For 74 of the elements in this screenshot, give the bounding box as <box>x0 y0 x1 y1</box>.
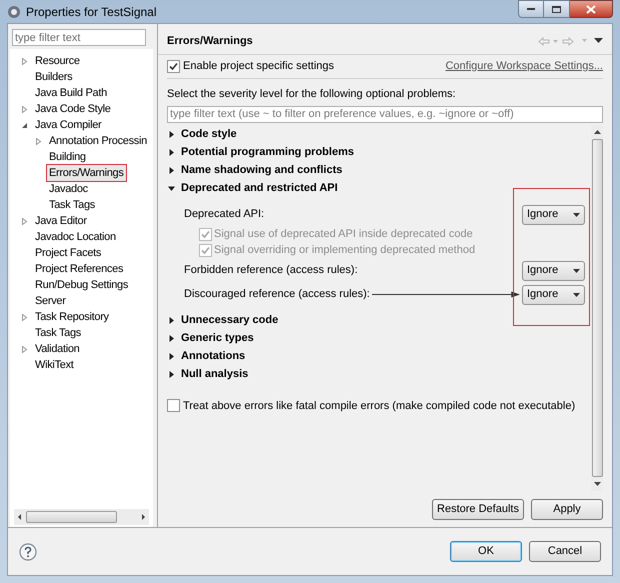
checkbox-label: Signal overriding or implementing deprecated method <box>214 243 476 258</box>
tree-item[interactable]: Run/Debug Settings <box>33 276 130 294</box>
collapsed-triangle-icon[interactable] <box>168 371 175 378</box>
dropdown-caret-icon <box>573 292 580 296</box>
tree-item[interactable]: Resource <box>33 53 82 70</box>
close-icon <box>586 4 596 14</box>
collapsed-triangle-icon[interactable] <box>168 131 175 138</box>
scroll-right-icon <box>139 513 147 521</box>
expanded-triangle-icon[interactable] <box>20 122 28 128</box>
scroll-up-icon <box>594 128 600 136</box>
tree-item[interactable]: Validation <box>33 340 82 358</box>
checkbox-label: Enable project specific settings <box>183 58 334 74</box>
setting-label: Deprecated API: <box>184 207 264 222</box>
tree-item[interactable]: Builders <box>33 68 74 86</box>
collapsed-triangle-icon[interactable] <box>168 353 175 360</box>
minimize-button[interactable] <box>518 0 544 18</box>
filter-field[interactable]: type filter text (use ~ to filter on preference values, e.g. ~ignore or ~off) <box>167 106 603 122</box>
tree-item[interactable]: Project References <box>33 260 126 278</box>
tree-item[interactable]: Errors/Warnings <box>47 164 126 182</box>
tree-item[interactable]: Building <box>47 148 88 166</box>
window-title: Properties for TestSignal <box>26 4 157 20</box>
section-heading[interactable]: Annotations <box>181 348 246 365</box>
navigation-arrows-icon[interactable] <box>538 36 603 46</box>
tree-item[interactable]: Project Facets <box>33 244 104 262</box>
tree-item[interactable]: Task Repository <box>33 308 111 326</box>
scroll-down-icon <box>594 480 600 488</box>
section-heading[interactable]: Potential programming problems <box>181 144 354 161</box>
section-heading[interactable]: Name shadowing and conflicts <box>181 162 342 179</box>
severity-dropdown[interactable]: Ignore <box>522 284 585 304</box>
checkbox-label: Signal use of deprecated API inside deprecated code <box>214 227 473 242</box>
help-icon[interactable] <box>19 542 37 560</box>
section-heading[interactable]: Deprecated and restricted API <box>181 180 338 197</box>
maximize-button[interactable] <box>544 0 570 18</box>
section-heading[interactable]: Code style <box>181 126 237 143</box>
configure-link[interactable]: Configure Workspace Settings... <box>445 58 603 74</box>
tree-item[interactable]: Javadoc <box>47 180 90 198</box>
dropdown-caret-icon <box>573 268 580 272</box>
horizontal-scrollbar[interactable] <box>14 509 149 525</box>
collapsed-triangle-icon[interactable] <box>168 317 175 324</box>
tree-item[interactable]: Task Tags <box>47 196 98 214</box>
close-button[interactable] <box>570 0 613 18</box>
setting-label: Discouraged reference (access rules): <box>184 287 370 302</box>
dialog-button[interactable]: Apply <box>531 499 603 520</box>
collapsed-triangle-icon[interactable] <box>168 335 175 342</box>
tree-item[interactable]: Task Tags <box>33 324 84 342</box>
filter-field[interactable]: type filter text <box>12 29 146 46</box>
checkbox[interactable] <box>167 60 180 72</box>
tree-item[interactable]: Java Code Style <box>33 100 113 118</box>
tree-item[interactable]: Java Build Path <box>33 84 109 102</box>
tree-item[interactable]: Javadoc Location <box>33 228 118 246</box>
checkbox-label: Treat above errors like fatal compile errors (make compiled code not executable) <box>183 398 576 414</box>
tree-item[interactable]: Server <box>33 292 68 310</box>
dialog-button[interactable]: OK <box>450 541 522 562</box>
dropdown-caret-icon <box>573 212 580 216</box>
severity-dropdown[interactable]: Ignore <box>522 260 585 280</box>
tree-item[interactable]: Java Editor <box>33 212 89 230</box>
expanded-triangle-icon[interactable] <box>168 185 175 192</box>
dialog-button[interactable]: Restore Defaults <box>432 499 524 520</box>
tree-item[interactable]: Java Compiler <box>33 116 104 134</box>
tree-item[interactable]: Annotation Processin <box>47 132 149 150</box>
severity-dropdown[interactable]: Ignore <box>522 204 585 224</box>
collapsed-triangle-icon[interactable] <box>168 167 175 174</box>
checkbox[interactable] <box>167 399 180 412</box>
section-heading[interactable]: Null analysis <box>181 366 248 383</box>
collapsed-triangle-icon[interactable] <box>168 149 175 156</box>
scroll-left-icon <box>16 513 24 521</box>
page-title: Errors/Warnings <box>167 34 253 49</box>
setting-label: Forbidden reference (access rules): <box>184 263 358 278</box>
vertical-scrollbar[interactable] <box>591 124 603 491</box>
instruction-text: Select the severity level for the following optional problems: <box>167 87 457 102</box>
section-heading[interactable]: Generic types <box>181 330 254 347</box>
dialog-button[interactable]: Cancel <box>529 541 601 562</box>
tree-item[interactable]: WikiText <box>33 356 76 374</box>
section-heading[interactable]: Unnecessary code <box>181 312 278 329</box>
